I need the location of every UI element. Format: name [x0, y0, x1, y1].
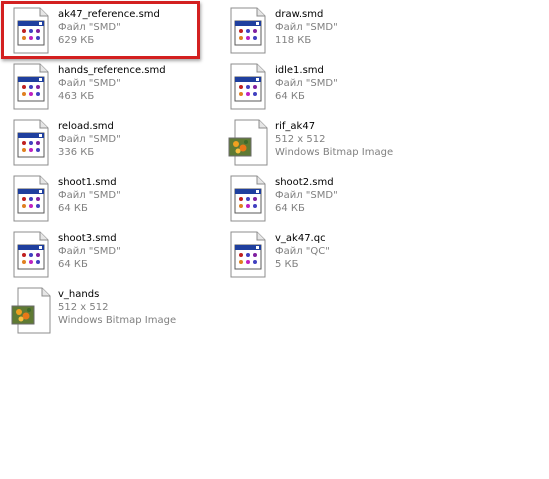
document-icon [227, 7, 269, 55]
file-name: shoot1.smd [58, 177, 117, 188]
file-tile-shoot3[interactable]: shoot3.smd Файл "SMD" 64 КБ [2, 227, 202, 279]
file-tile-rif-ak47[interactable]: rif_ak47 512 x 512 Windows Bitmap Image [219, 115, 419, 167]
file-size: 463 КБ [58, 91, 95, 102]
image-dimensions: 512 x 512 [58, 302, 109, 313]
file-name: v_ak47.qc [275, 233, 326, 244]
document-icon [227, 175, 269, 223]
file-type: Файл "SMD" [58, 78, 121, 89]
document-icon [227, 231, 269, 279]
bitmap-image-icon [10, 287, 52, 335]
file-name: reload.smd [58, 121, 114, 132]
document-icon [10, 175, 52, 223]
file-tile-draw[interactable]: draw.smd Файл "SMD" 118 КБ [219, 3, 419, 55]
file-type: Windows Bitmap Image [58, 315, 177, 326]
file-name: v_hands [58, 289, 100, 300]
file-tile-shoot2[interactable]: shoot2.smd Файл "SMD" 64 КБ [219, 171, 419, 223]
file-type: Файл "SMD" [275, 78, 338, 89]
file-name: rif_ak47 [275, 121, 316, 132]
bitmap-image-icon [227, 119, 269, 167]
file-name: shoot2.smd [275, 177, 334, 188]
file-type: Файл "SMD" [58, 134, 121, 145]
file-size: 118 КБ [275, 35, 312, 46]
file-size: 629 КБ [58, 35, 95, 46]
document-icon [10, 119, 52, 167]
document-icon [10, 7, 52, 55]
file-size: 64 КБ [275, 91, 305, 102]
file-name: draw.smd [275, 9, 324, 20]
file-view-tiles: ak47_reference.smd Файл "SMD" 629 КБ dra… [0, 0, 549, 479]
file-tile-ak47-reference[interactable]: ak47_reference.smd Файл "SMD" 629 КБ [2, 3, 202, 55]
image-dimensions: 512 x 512 [275, 134, 326, 145]
file-size: 5 КБ [275, 259, 299, 270]
file-name: shoot3.smd [58, 233, 117, 244]
document-icon [227, 63, 269, 111]
file-type: Windows Bitmap Image [275, 147, 394, 158]
file-type: Файл "QC" [275, 246, 330, 257]
file-name: hands_reference.smd [58, 65, 166, 76]
file-tile-v-hands[interactable]: v_hands 512 x 512 Windows Bitmap Image [2, 283, 202, 335]
file-name: idle1.smd [275, 65, 324, 76]
file-type: Файл "SMD" [58, 22, 121, 33]
document-icon [10, 231, 52, 279]
file-type: Файл "SMD" [275, 190, 338, 201]
file-size: 336 КБ [58, 147, 95, 158]
file-tile-hands-reference[interactable]: hands_reference.smd Файл "SMD" 463 КБ [2, 59, 202, 111]
file-tile-idle1[interactable]: idle1.smd Файл "SMD" 64 КБ [219, 59, 419, 111]
file-tile-reload[interactable]: reload.smd Файл "SMD" 336 КБ [2, 115, 202, 167]
document-icon [10, 63, 52, 111]
file-size: 64 КБ [58, 203, 88, 214]
file-size: 64 КБ [58, 259, 88, 270]
file-size: 64 КБ [275, 203, 305, 214]
file-tile-shoot1[interactable]: shoot1.smd Файл "SMD" 64 КБ [2, 171, 202, 223]
file-type: Файл "SMD" [275, 22, 338, 33]
file-tile-v-ak47-qc[interactable]: v_ak47.qc Файл "QC" 5 КБ [219, 227, 419, 279]
file-name: ak47_reference.smd [58, 9, 160, 20]
file-type: Файл "SMD" [58, 246, 121, 257]
file-type: Файл "SMD" [58, 190, 121, 201]
